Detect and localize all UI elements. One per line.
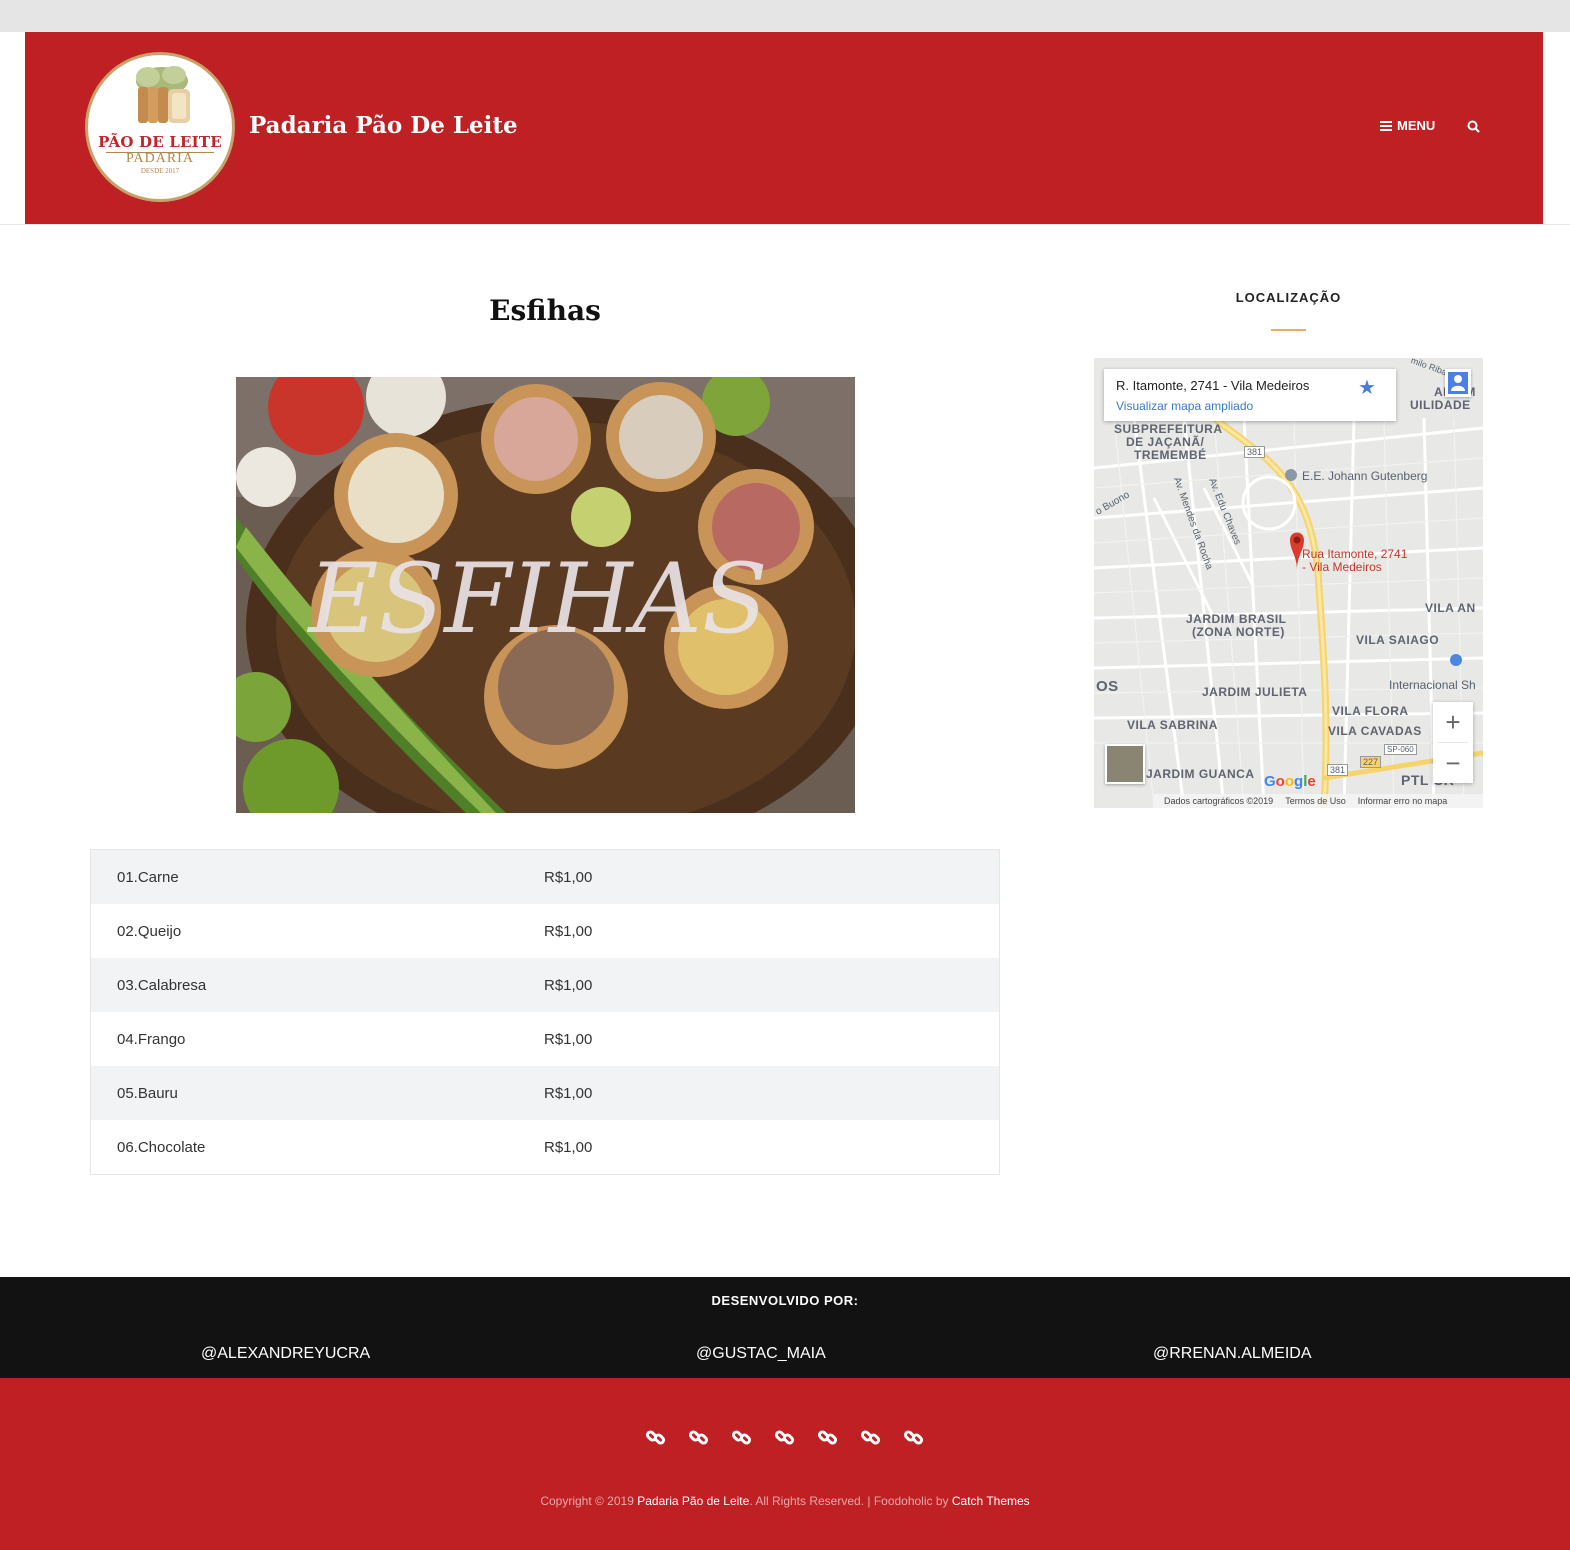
link-icon[interactable] <box>774 1427 795 1448</box>
map-label: VILA FLORA <box>1332 704 1409 718</box>
site-footer: Copyright © 2019 Padaria Pão de Leite. A… <box>0 1378 1570 1550</box>
report-error-link[interactable]: Informar erro no mapa <box>1358 796 1448 806</box>
bread-icon <box>136 66 190 123</box>
map-label: UILIDADE <box>1410 398 1471 412</box>
page-title: Esfihas <box>489 294 601 327</box>
satellite-view-toggle[interactable] <box>1105 744 1145 784</box>
site-title[interactable]: Padaria Pão De Leite <box>249 112 518 139</box>
zoom-in-button[interactable]: + <box>1433 702 1473 742</box>
menu-item-price: R$1,00 <box>544 1084 593 1102</box>
link-icon[interactable] <box>731 1427 752 1448</box>
table-row: 02.Queijo R$1,00 <box>91 904 999 958</box>
save-star-icon[interactable]: ★ <box>1358 375 1376 400</box>
logo-since: DESDE 2017 <box>140 167 180 175</box>
pin-label-line: - Vila Medeiros <box>1302 560 1382 574</box>
map-label: VILA SAIAGO <box>1356 633 1440 647</box>
road-shield: 381 <box>1327 764 1349 776</box>
site-link[interactable]: Padaria Pão de Leite <box>637 1494 749 1508</box>
map-label: SUBPREFEITURA <box>1114 422 1223 436</box>
developer-link[interactable]: @GUSTAC_MAIA <box>696 1345 826 1363</box>
menu-item-name: 01.Carne <box>117 868 179 886</box>
map-poi-school[interactable]: E.E. Johann Gutenberg <box>1302 469 1427 483</box>
map-label: VILA SABRINA <box>1127 718 1218 732</box>
map-pin-label[interactable]: Rua Itamonte, 2741 - Vila Medeiros <box>1302 548 1407 574</box>
copyright-text: Copyright © 2019 Padaria Pão de Leite. A… <box>0 1494 1570 1508</box>
map-poi-intl[interactable]: Internacional Sh <box>1389 678 1476 692</box>
menu-item-name: 02.Queijo <box>117 922 182 940</box>
menu-item-price: R$1,00 <box>544 1030 593 1048</box>
table-row: 03.Calabresa R$1,00 <box>91 958 999 1012</box>
map-zoom-controls: + − <box>1433 702 1473 783</box>
catch-themes-link[interactable]: Catch Themes <box>952 1494 1030 1508</box>
map-label: JARDIM JULIETA <box>1202 685 1308 699</box>
location-map[interactable]: SUBPREFEITURA DE JAÇANÃ/ TREMEMBÉ JARDIM… <box>1094 358 1483 808</box>
table-row: 04.Frango R$1,00 <box>91 1012 999 1066</box>
road-shield: SP-060 <box>1384 744 1417 755</box>
map-label: DE JAÇANÃ/ <box>1126 435 1205 449</box>
browser-top-strip <box>0 0 1570 32</box>
site-logo[interactable]: PÃO DE LEITE PADARIA DESDE 2017 <box>85 52 235 202</box>
developed-by-title: DESENVOLVIDO POR: <box>711 1293 859 1308</box>
view-larger-map-link[interactable]: Visualizar mapa ampliado <box>1116 399 1253 413</box>
site-header: PÃO DE LEITE PADARIA DESDE 2017 Padaria … <box>25 32 1543 224</box>
menu-item-price: R$1,00 <box>544 1138 593 1156</box>
menu-item-name: 05.Bauru <box>117 1084 178 1102</box>
esfihas-hero-image: ESFIHAS <box>236 377 855 813</box>
road-shield: 227 <box>1360 756 1382 768</box>
copyright-middle: . All Rights Reserved. | Foodoholic by <box>749 1494 952 1508</box>
menu-label: MENU <box>1397 118 1436 133</box>
hamburger-icon <box>1380 120 1392 131</box>
hero-overlay-text: ESFIHAS <box>306 543 767 655</box>
map-data-credit: Dados cartográficos ©2019 <box>1164 796 1274 806</box>
link-icon[interactable] <box>903 1427 924 1448</box>
link-icon[interactable] <box>860 1427 881 1448</box>
zoom-out-button[interactable]: − <box>1433 743 1473 783</box>
table-row: 06.Chocolate R$1,00 <box>91 1120 999 1174</box>
widget-title-location: LOCALIZAÇÃO <box>1235 290 1342 305</box>
menu-item-name: 03.Calabresa <box>117 976 207 994</box>
link-icon[interactable] <box>817 1427 838 1448</box>
map-address: R. Itamonte, 2741 - Vila Medeiros <box>1116 378 1310 393</box>
search-button[interactable] <box>1467 120 1480 138</box>
social-links <box>645 1427 924 1448</box>
map-label: (ZONA NORTE) <box>1192 625 1285 639</box>
menu-item-name: 04.Frango <box>117 1030 186 1048</box>
menu-item-price: R$1,00 <box>544 976 593 994</box>
developers-footer: DESENVOLVIDO POR: @ALEXANDREYUCRA @GUSTA… <box>0 1277 1570 1378</box>
map-info-card: R. Itamonte, 2741 - Vila Medeiros Visual… <box>1104 369 1396 421</box>
street-view-pegman-icon[interactable] <box>1445 369 1471 397</box>
logo-name: PÃO DE LEITE <box>98 133 222 151</box>
link-icon[interactable] <box>688 1427 709 1448</box>
map-label: VILA AN <box>1425 601 1476 615</box>
map-label: TREMEMBÉ <box>1134 448 1207 462</box>
menu-button[interactable]: MENU <box>1380 118 1435 133</box>
search-icon <box>1467 120 1480 133</box>
google-logo: Google <box>1264 773 1316 790</box>
map-label: JARDIM BRASIL <box>1186 612 1287 626</box>
map-label: OS <box>1096 678 1119 695</box>
link-icon[interactable] <box>645 1427 666 1448</box>
developer-link[interactable]: @ALEXANDREYUCRA <box>201 1345 370 1363</box>
logo-subtitle: PADARIA <box>126 151 194 166</box>
menu-item-price: R$1,00 <box>544 922 593 940</box>
terms-link[interactable]: Termos de Uso <box>1285 796 1346 806</box>
widget-title-underline <box>1271 329 1306 331</box>
road-shield: 381 <box>1244 446 1266 458</box>
menu-item-name: 06.Chocolate <box>117 1138 206 1156</box>
menu-item-price: R$1,00 <box>544 868 593 886</box>
map-label: VILA CAVADAS <box>1328 724 1422 738</box>
map-attribution-bar: Dados cartográficos ©2019 Termos de Uso … <box>1154 794 1483 808</box>
map-label: JARDIM GUANCA <box>1146 767 1255 781</box>
copyright-prefix: Copyright © 2019 <box>540 1494 638 1508</box>
table-row: 01.Carne R$1,00 <box>91 850 999 904</box>
menu-table: 01.Carne R$1,00 02.Queijo R$1,00 03.Cala… <box>90 849 1000 1175</box>
table-row: 05.Bauru R$1,00 <box>91 1066 999 1120</box>
developer-link[interactable]: @RRENAN.ALMEIDA <box>1153 1345 1312 1363</box>
